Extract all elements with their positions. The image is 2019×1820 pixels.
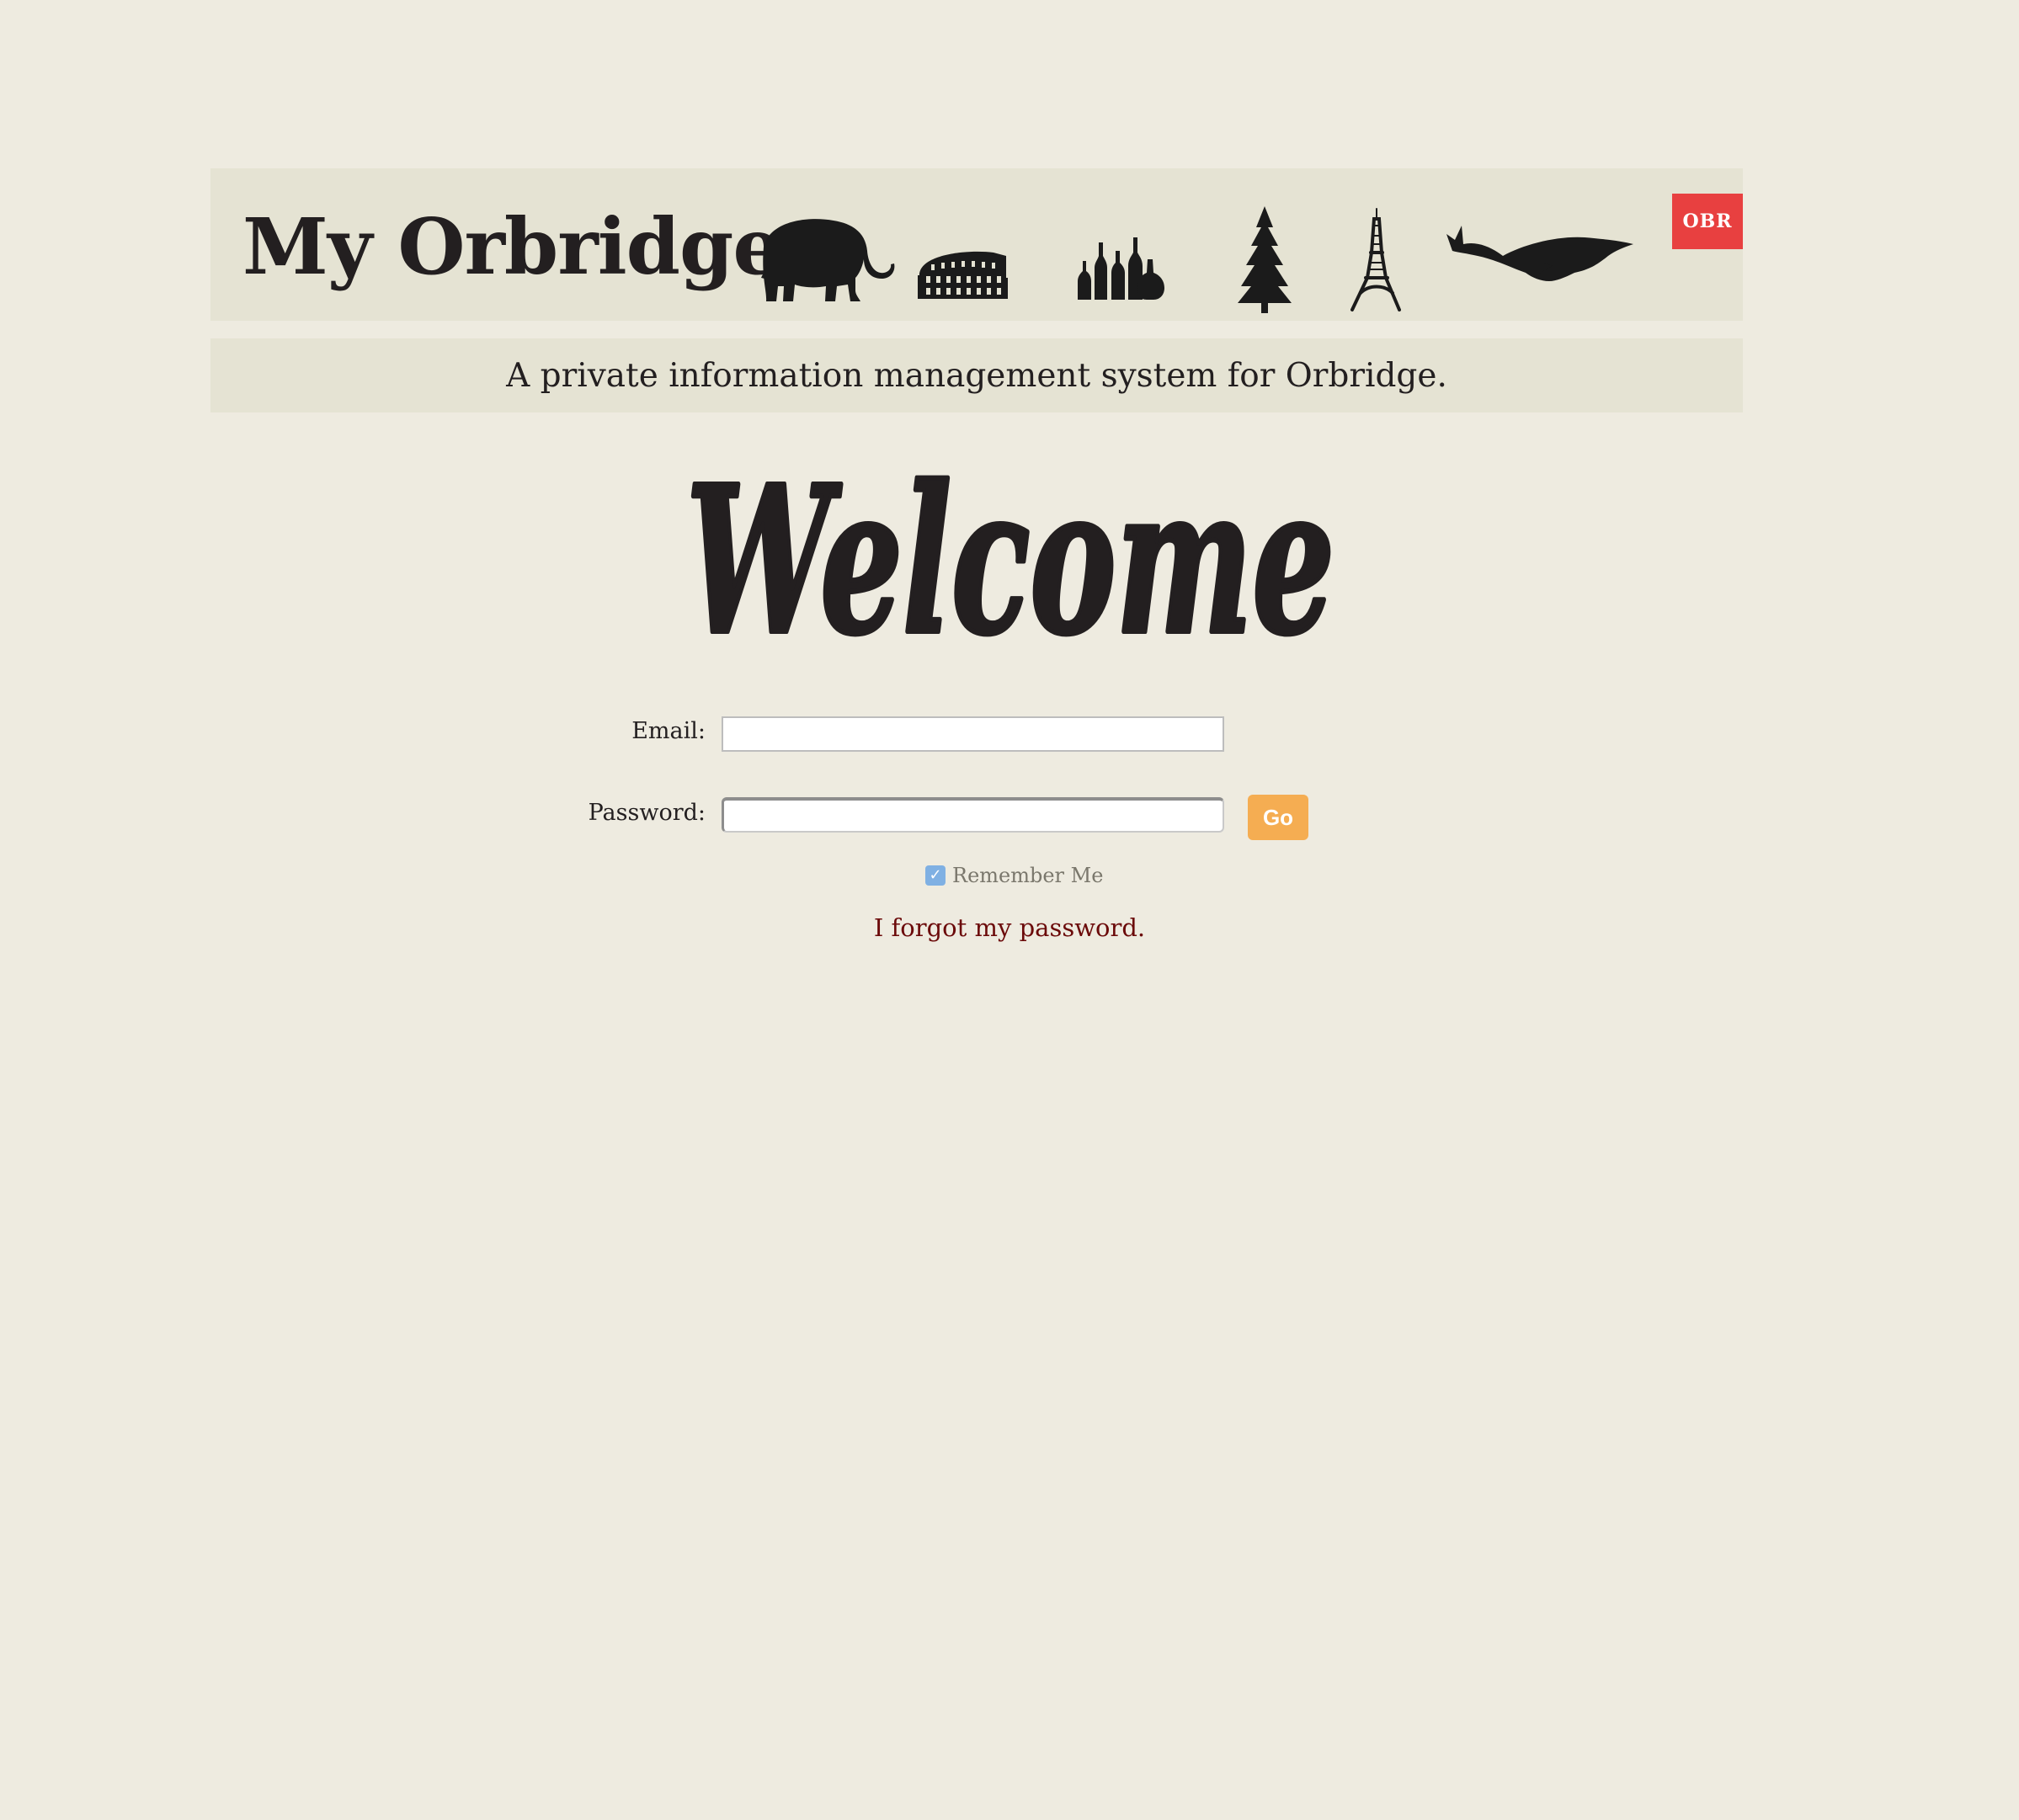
go-button[interactable]: Go [1248,795,1308,840]
elephant-icon [761,219,895,301]
email-label: Email: [631,718,706,744]
header-illustrations [761,206,1633,313]
header-banner: My Orbridge OBR [210,168,1743,321]
password-field[interactable] [722,797,1224,833]
remember-me-label: Remember Me [952,864,1104,887]
whale-icon [1446,226,1633,281]
email-field[interactable] [722,716,1224,752]
pine-tree-icon [1238,206,1292,313]
eiffel-tower-icon [1350,208,1401,311]
welcome-heading: Welcome [684,455,1337,657]
password-label: Password: [588,800,706,826]
wine-bottles-icon [1078,237,1164,300]
tagline-bar: A private information management system … [210,338,1743,412]
obr-badge: OBR [1672,194,1743,249]
welcome-heading-text: Welcome [686,455,1334,657]
colosseum-icon [918,251,1008,299]
forgot-password-link[interactable]: I forgot my password. [0,913,2019,942]
checkmark-icon: ✓ [929,866,942,884]
remember-me[interactable]: ✓ Remember Me [925,864,1103,887]
remember-me-checkbox[interactable]: ✓ [925,865,946,886]
tagline: A private information management system … [506,356,1447,395]
